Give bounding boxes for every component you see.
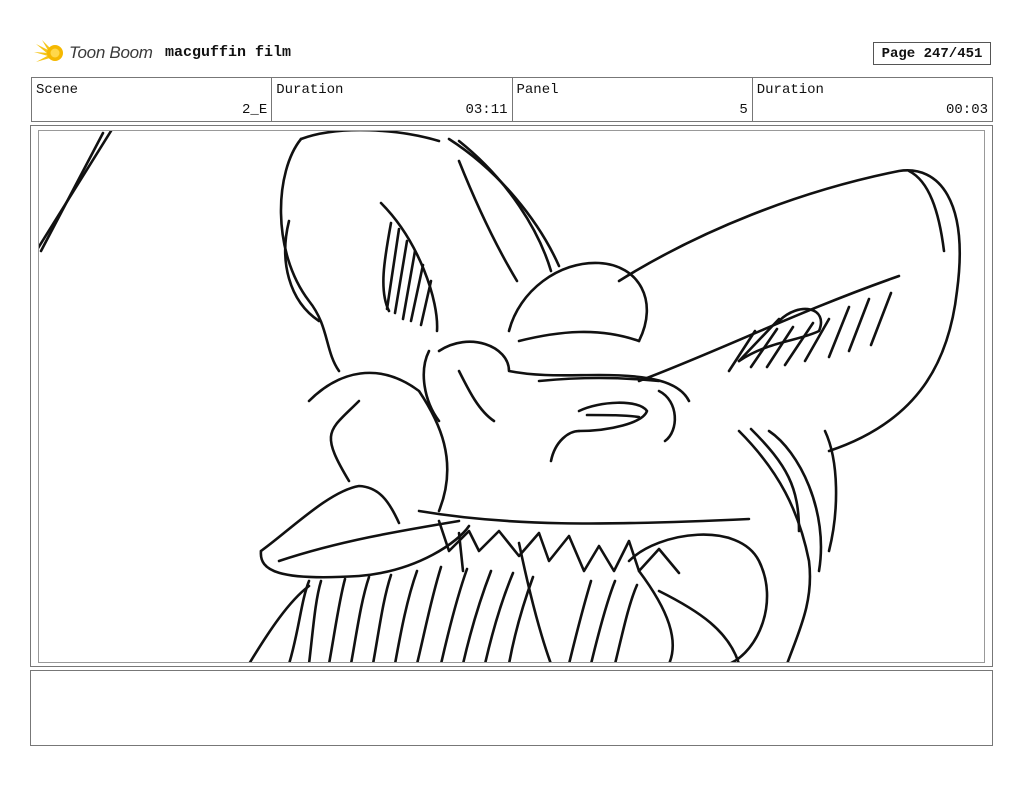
scene-duration-cell: Duration 03:11 — [272, 78, 513, 121]
panel-label: Panel — [516, 82, 559, 98]
creature-sketch — [39, 131, 961, 662]
scene-info-bar: Scene 2_E Duration 03:11 Panel 5 Duratio… — [31, 77, 993, 122]
panel-duration-cell: Duration 00:03 — [753, 78, 992, 121]
logo-text: Toon Boom — [69, 43, 153, 62]
panel-duration-label: Duration — [756, 82, 824, 98]
project-title: macguffin film — [165, 44, 292, 61]
scene-duration-label: Duration — [276, 82, 344, 98]
scene-value: 2_E — [242, 102, 268, 118]
panel-notes-box — [30, 670, 993, 746]
toon-boom-logo: Toon Boom — [34, 37, 153, 69]
scene-duration-value: 03:11 — [465, 102, 508, 118]
scene-label: Scene — [36, 82, 79, 98]
panel-duration-value: 00:03 — [945, 102, 988, 118]
panel-value: 5 — [739, 102, 748, 118]
scene-cell: Scene 2_E — [32, 78, 273, 121]
panel-cell: Panel 5 — [513, 78, 753, 121]
page-indicator: Page 247/451 — [873, 42, 991, 65]
toon-boom-starburst-icon — [34, 38, 66, 68]
storyboard-panel-frame — [30, 125, 993, 667]
storyboard-panel-image — [38, 130, 985, 663]
